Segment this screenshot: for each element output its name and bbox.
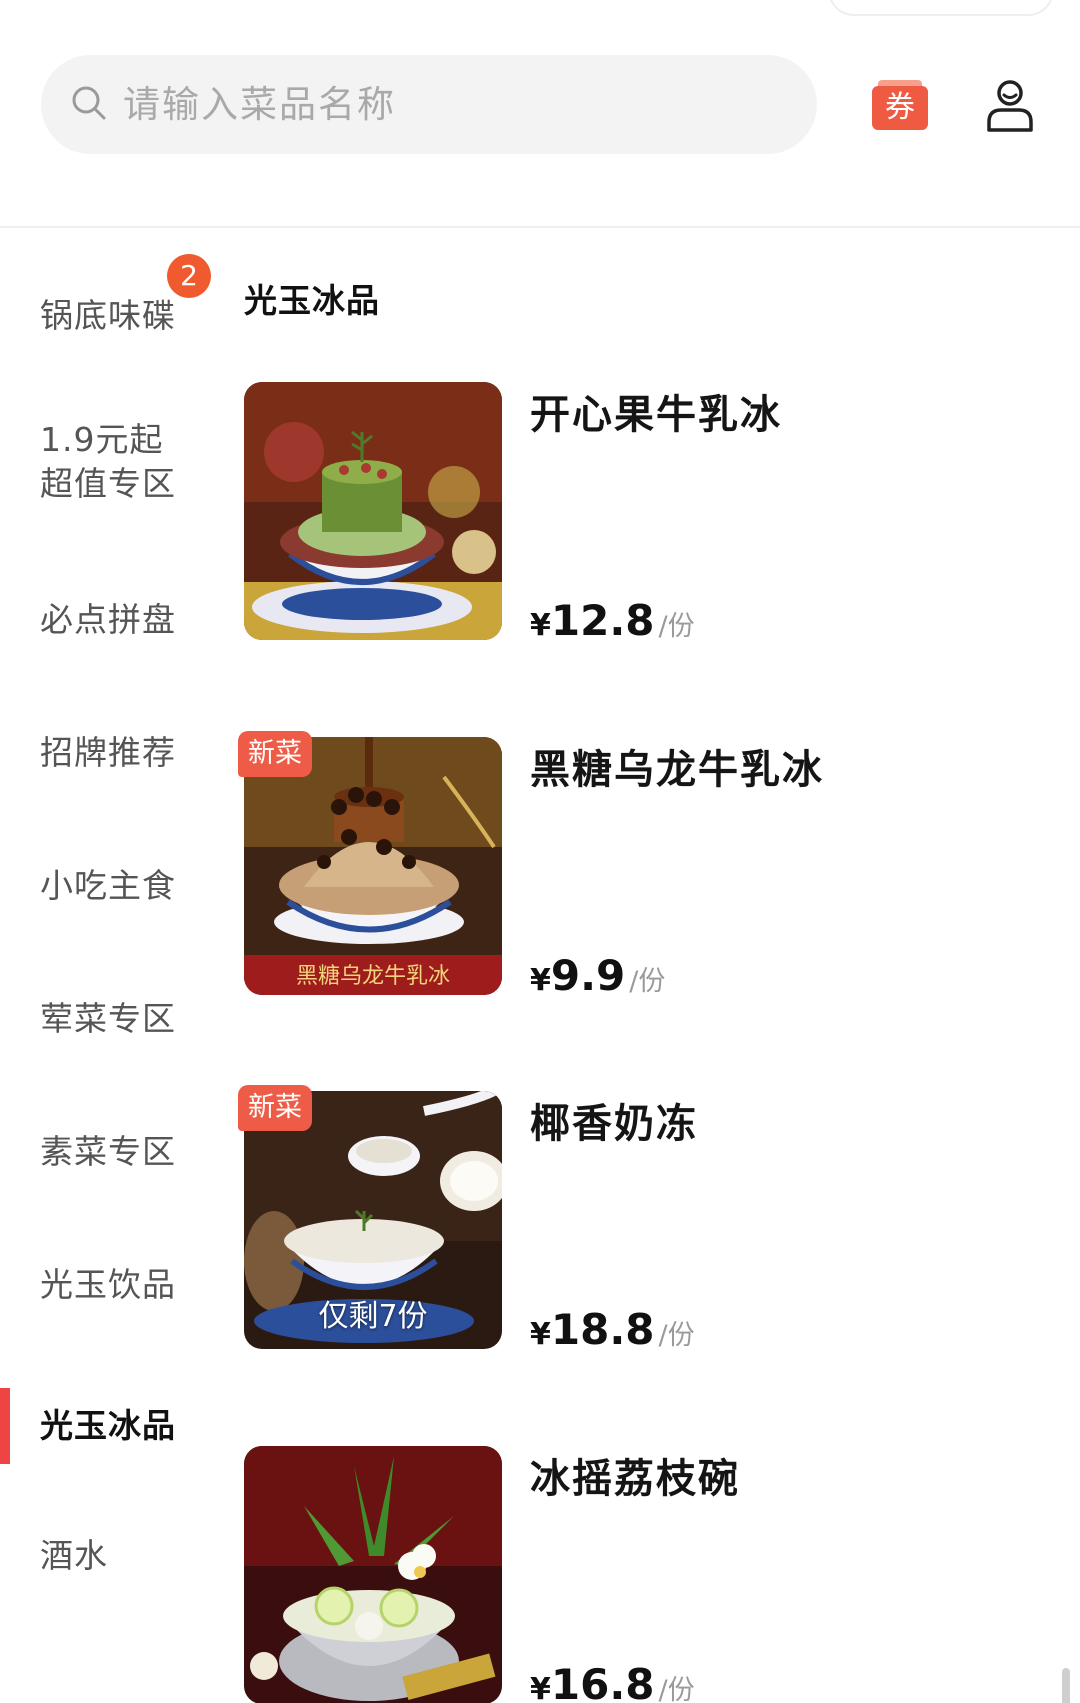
sidebar-item-label: 小吃主食 xyxy=(40,866,176,905)
price-value: 9.9 xyxy=(550,951,626,1000)
price-currency: ¥ xyxy=(530,608,551,643)
dish-card[interactable]: 黑糖乌龙牛乳冰 新菜 黑糖乌龙牛乳冰 ¥9.9/份 xyxy=(238,731,1064,1000)
dish-card[interactable]: 开心果牛乳冰 ¥12.8/份 xyxy=(244,382,1064,645)
sidebar-item-guodi[interactable]: 锅底味碟 2 xyxy=(0,228,215,338)
sidebar-item-value[interactable]: 1.9元起 超值专区 xyxy=(0,418,215,528)
top-pill[interactable] xyxy=(828,0,1054,16)
dish-card[interactable]: 冰摇荔枝碗 ¥16.8/份 xyxy=(244,1446,1064,1703)
price-currency: ¥ xyxy=(530,1672,551,1703)
price-currency: ¥ xyxy=(530,1317,551,1352)
dish-price: ¥16.8/份 xyxy=(530,1660,695,1703)
category-sidebar: 锅底味碟 2 1.9元起 超值专区 必点拼盘 招牌推荐 小吃主食 荤菜专区 素菜… xyxy=(0,228,215,1703)
sidebar-item-label: 荤菜专区 xyxy=(40,999,176,1038)
sidebar-item-label: 招牌推荐 xyxy=(40,733,176,772)
price-unit: /份 xyxy=(658,1320,695,1351)
dish-price: ¥12.8/份 xyxy=(530,596,695,645)
stock-remaining-label: 仅剩7份 xyxy=(318,1299,428,1334)
sidebar-item-signature[interactable]: 招牌推荐 xyxy=(0,731,215,821)
image-caption: 黑糖乌龙牛乳冰 xyxy=(296,964,450,989)
sidebar-item-label: 光玉饮品 xyxy=(40,1265,176,1304)
new-dish-badge: 新菜 xyxy=(238,1085,312,1131)
dish-name: 椰香奶冻 xyxy=(530,1101,698,1147)
price-currency: ¥ xyxy=(530,963,551,998)
sidebar-item-label: 锅底味碟 xyxy=(40,296,176,335)
scrollbar[interactable] xyxy=(1062,1668,1070,1703)
search-icon xyxy=(72,86,106,120)
dish-price: ¥18.8/份 xyxy=(530,1305,695,1354)
sidebar-item-drinks[interactable]: 光玉饮品 xyxy=(0,1263,215,1353)
dish-name: 冰摇荔枝碗 xyxy=(530,1456,740,1502)
search-input[interactable]: 请输入菜品名称 xyxy=(41,55,817,154)
dish-image xyxy=(244,1446,502,1703)
price-value: 18.8 xyxy=(550,1305,655,1354)
dish-name: 黑糖乌龙牛乳冰 xyxy=(530,747,824,793)
sidebar-item-label-line2: 超值专区 xyxy=(40,464,176,503)
coupon-icon: 券 xyxy=(872,86,928,130)
price-value: 16.8 xyxy=(550,1660,655,1703)
sidebar-item-label: 素菜专区 xyxy=(40,1132,176,1171)
price-unit: /份 xyxy=(658,1675,695,1703)
user-icon[interactable] xyxy=(985,78,1035,132)
sidebar-item-meat[interactable]: 荤菜专区 xyxy=(0,997,215,1087)
sidebar-item-label: 光玉冰品 xyxy=(40,1406,176,1445)
sidebar-item-alcohol[interactable]: 酒水 xyxy=(0,1534,215,1624)
price-value: 12.8 xyxy=(550,596,655,645)
dish-price: ¥9.9/份 xyxy=(530,951,666,1000)
price-unit: /份 xyxy=(658,611,695,642)
sidebar-item-label: 酒水 xyxy=(40,1536,108,1575)
sidebar-item-vegetable[interactable]: 素菜专区 xyxy=(0,1130,215,1220)
cart-count-badge: 2 xyxy=(167,254,211,298)
dish-name: 开心果牛乳冰 xyxy=(530,392,782,438)
dish-image xyxy=(244,382,502,640)
sidebar-item-snacks[interactable]: 小吃主食 xyxy=(0,864,215,954)
dish-card[interactable]: 仅剩7份 新菜 椰香奶冻 ¥18.8/份 xyxy=(238,1085,1064,1354)
section-title: 光玉冰品 xyxy=(244,281,380,320)
search-placeholder: 请输入菜品名称 xyxy=(123,83,396,126)
active-indicator xyxy=(0,1388,10,1464)
sidebar-item-platter[interactable]: 必点拼盘 xyxy=(0,598,215,688)
sidebar-item-label-line1: 1.9元起 xyxy=(40,420,164,459)
menu-page: 请输入菜品名称 券 锅底味碟 2 1.9元起 超值专区 必点拼盘 招牌推荐 小吃… xyxy=(0,0,1080,1703)
sidebar-item-ice[interactable]: 光玉冰品 xyxy=(0,1388,215,1478)
price-unit: /份 xyxy=(629,966,666,997)
new-dish-badge: 新菜 xyxy=(238,731,312,777)
coupon-button[interactable]: 券 xyxy=(872,80,928,130)
sidebar-item-label: 必点拼盘 xyxy=(40,600,176,639)
